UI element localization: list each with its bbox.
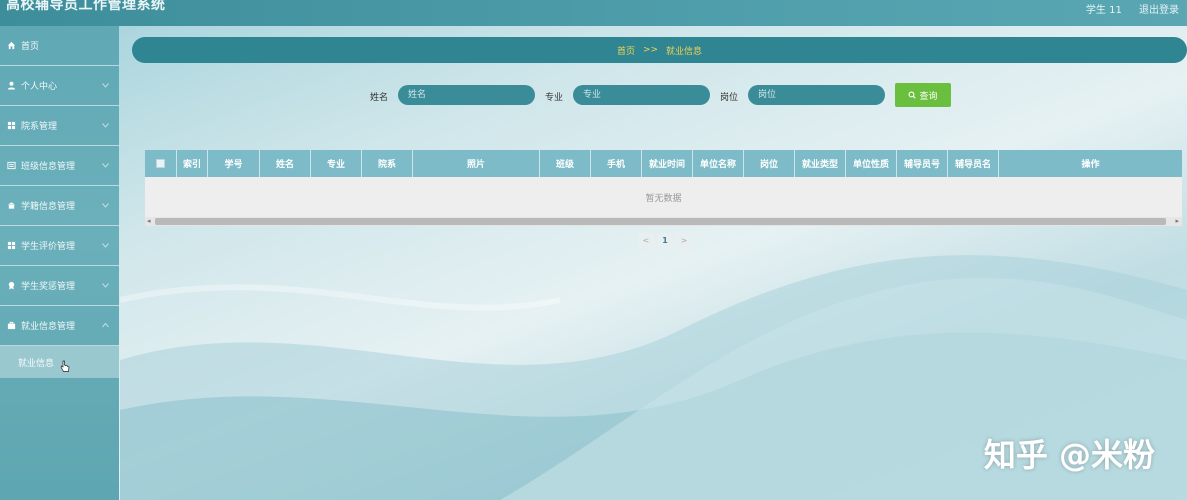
chevron-up-icon [102,321,109,331]
chevron-down-icon [102,161,109,171]
select-all-cell [145,150,177,177]
search-button[interactable]: 查询 [895,83,951,107]
top-right-area: 学生 11 退出登录 [1072,1,1179,16]
scroll-right-icon[interactable]: ▸ [1175,217,1179,225]
column-header[interactable]: 单位名称 [693,150,744,177]
logout-link[interactable]: 退出登录 [1139,5,1179,16]
scrollbar-thumb[interactable] [155,218,1166,225]
select-all-checkbox[interactable] [156,159,165,168]
major-label: 专业 [545,93,564,103]
column-header[interactable]: 学号 [208,150,260,177]
hand-cursor-icon [60,360,70,376]
column-header[interactable]: 就业时间 [642,150,693,177]
current-user-label: 学生 11 [1085,5,1122,16]
column-header[interactable]: 索引 [177,150,208,177]
grid-icon [6,241,16,251]
badge-icon [6,281,16,291]
sidebar-subitem-label: 就业信息 [18,358,55,369]
breadcrumb-home-link[interactable]: 首页 [617,44,635,57]
column-header[interactable]: 姓名 [260,150,311,177]
name-label: 姓名 [370,93,389,103]
sidebar-item-label: 首页 [21,42,40,52]
sidebar-item-label: 学生奖惩管理 [21,282,76,292]
sidebar-item-student-status[interactable]: 学籍信息管理 [0,186,119,226]
sidebar-item-department[interactable]: 院系管理 [0,106,119,146]
chevron-down-icon [102,281,109,291]
sidebar-item-student-evaluation[interactable]: 学生评价管理 [0,226,119,266]
sidebar-item-home[interactable]: 首页 [0,26,119,66]
sidebar-item-rewards-punishments[interactable]: 学生奖惩管理 [0,266,119,306]
breadcrumb: 首页 >> 就业信息 [132,37,1187,63]
column-header[interactable]: 专业 [311,150,362,177]
grid-icon [6,121,16,131]
pagination: < 1 > [638,233,695,248]
position-search-input[interactable] [748,85,885,105]
search-bar: 姓名 专业 岗位 查询 [0,83,1187,108]
chevron-down-icon [102,241,109,251]
column-header[interactable]: 单位性质 [846,150,897,177]
sidebar-item-class-info[interactable]: 班级信息管理 [0,146,119,186]
watermark: 知乎 @米粉 [983,436,1155,474]
sidebar-subitem-employment-info[interactable]: 就业信息 [0,346,119,378]
sidebar-item-label: 就业信息管理 [21,322,76,332]
sidebar-item-employment-info[interactable]: 就业信息管理 [0,306,119,346]
top-bar: 高校辅导员工作管理系统 学生 11 退出登录 [0,0,1187,26]
column-header[interactable]: 辅导员号 [897,150,948,177]
column-header[interactable]: 班级 [540,150,591,177]
column-header[interactable]: 就业类型 [795,150,846,177]
page-number-button[interactable]: 1 [657,233,673,248]
major-search-input[interactable] [573,85,710,105]
prev-page-button[interactable]: < [638,233,654,248]
breadcrumb-current: 就业信息 [666,46,703,57]
next-page-button[interactable]: > [676,233,692,248]
background-wave-decoration [120,255,1187,500]
app-title: 高校辅导员工作管理系统 [6,0,166,13]
breadcrumb-separator: >> [642,45,659,55]
school-icon [6,201,16,211]
column-header[interactable]: 操作 [999,150,1182,177]
chevron-down-icon [102,121,109,131]
employment-table: 索引 学号 姓名 专业 院系 照片 班级 手机 就业时间 单位名称 岗位 就业类… [145,150,1182,226]
table-empty-row: 暂无数据 [145,177,1182,217]
sidebar-item-label: 院系管理 [21,122,58,132]
search-icon [908,91,917,99]
list-icon [6,161,16,171]
table-header: 索引 学号 姓名 专业 院系 照片 班级 手机 就业时间 单位名称 岗位 就业类… [145,150,1182,177]
briefcase-icon [6,321,16,331]
column-header[interactable]: 岗位 [744,150,795,177]
column-header[interactable]: 院系 [362,150,413,177]
name-search-input[interactable] [398,85,535,105]
empty-text: 暂无数据 [645,193,682,204]
sidebar-item-label: 学籍信息管理 [21,202,76,212]
chevron-down-icon [102,201,109,211]
search-button-label: 查询 [919,91,938,102]
scroll-left-icon[interactable]: ◂ [147,217,151,225]
home-icon [6,41,16,51]
column-header[interactable]: 照片 [413,150,540,177]
sidebar-item-label: 班级信息管理 [21,162,76,172]
sidebar-item-label: 学生评价管理 [21,242,76,252]
column-header[interactable]: 手机 [591,150,642,177]
column-header[interactable]: 辅导员名 [948,150,999,177]
position-label: 岗位 [720,93,739,103]
horizontal-scrollbar[interactable]: ◂ ▸ [145,217,1182,226]
